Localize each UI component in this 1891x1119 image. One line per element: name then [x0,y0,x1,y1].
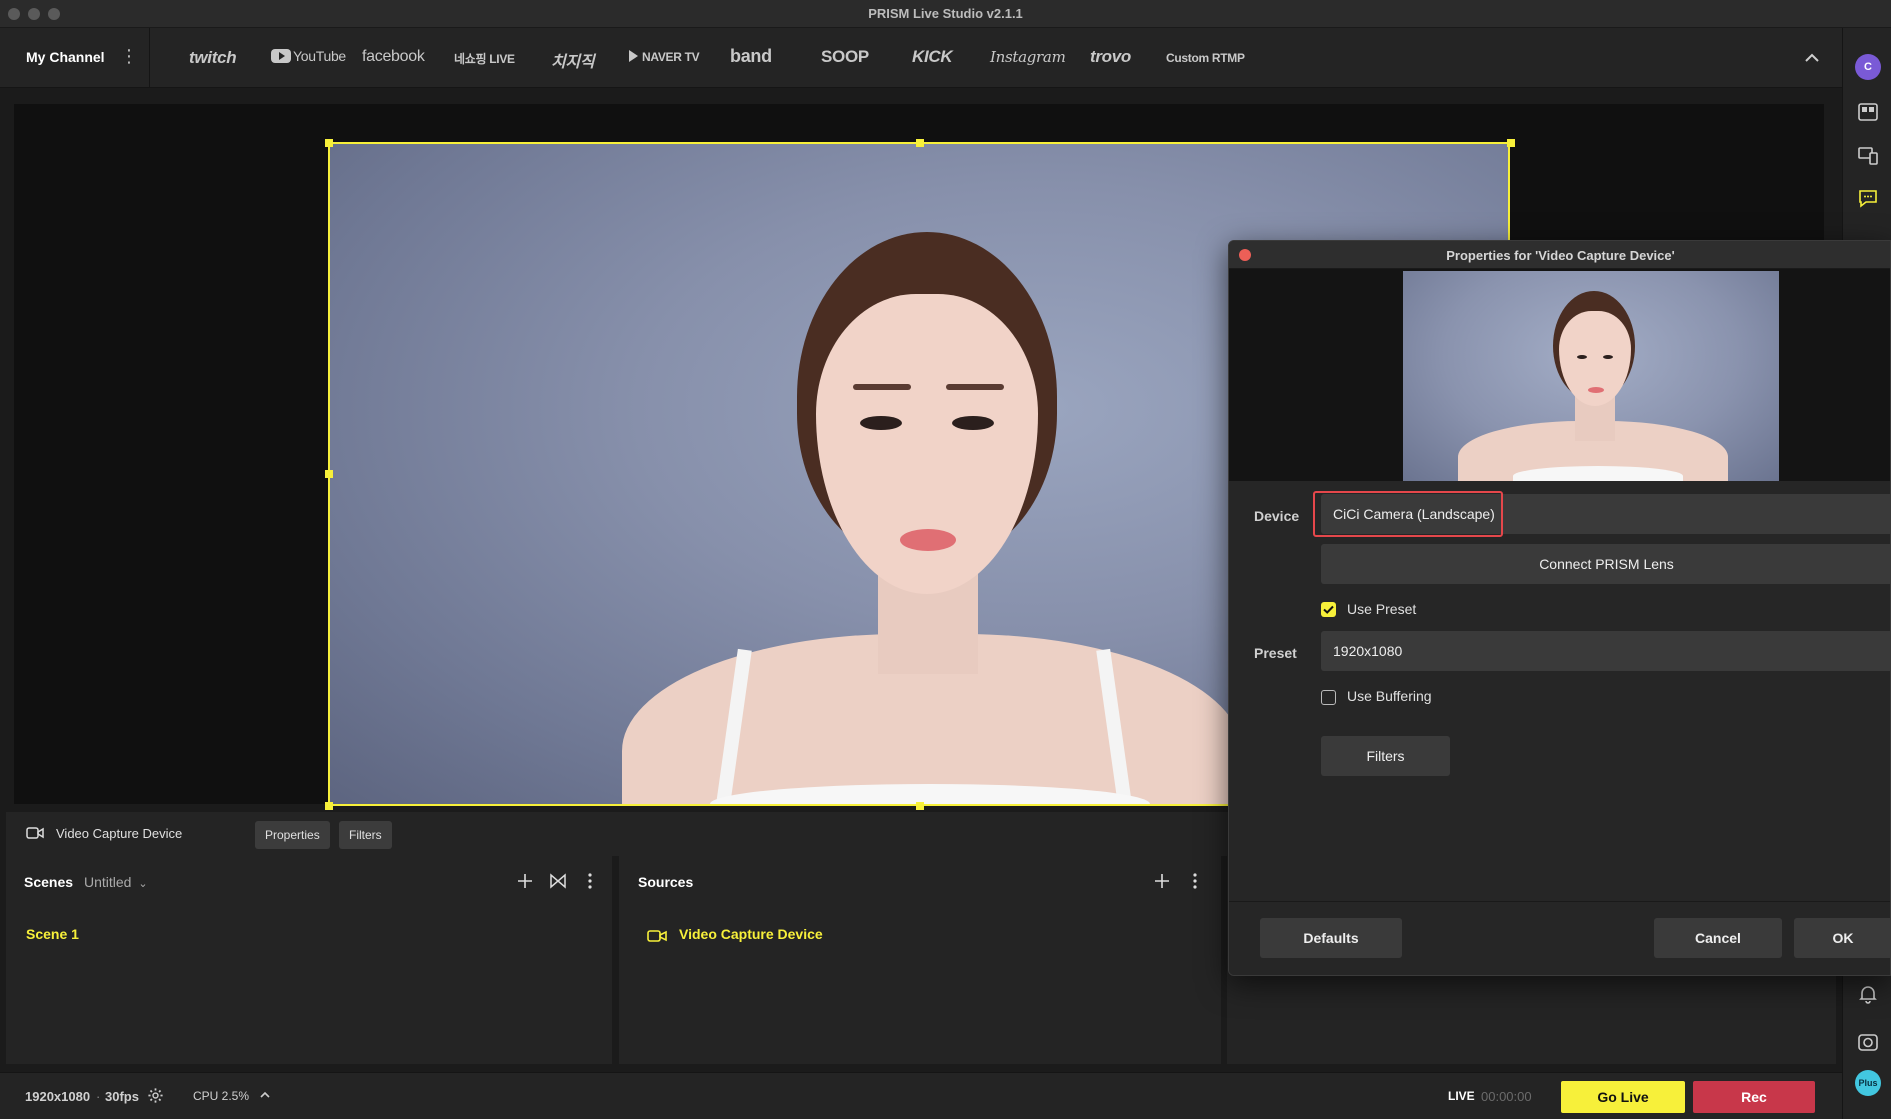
defaults-button[interactable]: Defaults [1260,918,1402,958]
my-channel-label[interactable]: My Channel [26,49,105,65]
bell-icon[interactable] [1856,982,1880,1006]
resize-handle-left[interactable] [325,470,333,478]
resolution-label: 1920x1080 [25,1089,91,1104]
dialog-preview-image [1403,271,1779,481]
checkmark-icon [1323,605,1334,614]
platform-naver-shopping[interactable]: 네쇼핑 LIVE [454,50,515,67]
preset-select[interactable]: 1920x1080 [1321,631,1890,671]
properties-dialog: Properties for 'Video Capture Device' De… [1228,240,1891,976]
preset-label: Preset [1254,645,1297,661]
more-vertical-icon[interactable] [579,870,601,892]
platform-instagram[interactable]: Instagram [990,48,1066,66]
connect-prism-lens-button[interactable]: Connect PRISM Lens [1321,544,1890,584]
resize-handle-bottom-left[interactable] [325,802,333,810]
status-bar: 1920x1080 · 30fps CPU 2.5% LIVE 00:00:00… [0,1072,1842,1119]
scene-collection-name: Untitled [84,874,132,890]
portrait-eye-right [952,416,994,430]
platform-soop[interactable]: SOOP [821,47,869,67]
resize-handle-top-left[interactable] [325,139,333,147]
portrait-lips [900,529,956,551]
platform-naver-tv[interactable]: NAVER TV [629,50,700,64]
portrait-brow-left [853,384,911,390]
thumb-lips [1588,387,1604,393]
separator-dot: · [96,1089,101,1104]
live-label: LIVE [1448,1089,1475,1103]
divider [149,28,150,88]
resize-handle-top[interactable] [916,139,924,147]
properties-button[interactable]: Properties [255,821,330,849]
layout-icon[interactable] [1856,100,1880,124]
fps-label: 30fps [105,1089,139,1104]
platform-trovo[interactable]: trovo [1090,47,1131,67]
device-highlight-box [1313,491,1503,537]
cpu-label: CPU 2.5% [193,1089,250,1103]
scene-collection-dropdown[interactable]: Untitled ⌄ [84,874,148,890]
use-preset-checkbox[interactable] [1321,602,1336,617]
sources-panel: Sources Video Capture Device [619,854,1221,1064]
platform-twitch[interactable]: twitch [189,48,237,68]
devices-icon[interactable] [1856,144,1880,168]
more-vertical-icon[interactable] [1184,870,1206,892]
use-preset-label: Use Preset [1347,601,1417,617]
camera-settings-icon[interactable] [1856,1030,1880,1054]
platform-kick[interactable]: KICK [912,47,953,67]
channel-bar: My Channel ⋮ twitch YouTube facebook 네쇼핑… [0,28,1842,88]
dialog-title: Properties for 'Video Capture Device' [1446,248,1675,263]
use-buffering-label: Use Buffering [1347,688,1432,704]
platform-youtube[interactable]: YouTube [271,48,346,64]
window-titlebar: PRISM Live Studio v2.1.1 [0,0,1891,28]
resize-handle-top-right[interactable] [1507,139,1515,147]
device-label: Device [1254,508,1300,524]
youtube-play-icon [271,49,291,63]
platform-chzzk[interactable]: 치지직 [551,48,595,72]
platform-custom-rtmp[interactable]: Custom RTMP [1166,51,1245,65]
platform-band[interactable]: band [730,46,772,67]
cancel-button[interactable]: Cancel [1654,918,1782,958]
rec-button[interactable]: Rec [1693,1081,1815,1113]
ok-button[interactable]: OK [1794,918,1890,958]
portrait-eye-left [860,416,902,430]
thumb-eye-left [1577,355,1587,359]
source-item[interactable]: Video Capture Device [679,926,823,942]
more-vertical-icon[interactable]: ⋮ [120,44,138,68]
chevron-up-icon[interactable] [258,1088,272,1102]
dialog-footer: Defaults Cancel OK [1229,901,1890,975]
scenes-panel: Scenes Untitled ⌄ Scene 1 [6,854,612,1064]
chevron-up-icon[interactable] [1800,46,1824,70]
platform-facebook[interactable]: facebook [362,48,425,66]
platform-naver-tv-label: NAVER TV [642,50,700,64]
chat-icon[interactable] [1856,186,1880,210]
sources-title: Sources [638,874,694,890]
use-buffering-checkbox[interactable] [1321,690,1336,705]
window-title: PRISM Live Studio v2.1.1 [868,6,1023,21]
add-scene-icon[interactable] [514,870,536,892]
dialog-preview [1229,269,1890,481]
gear-icon[interactable] [147,1087,164,1104]
scenes-title: Scenes [24,874,74,890]
live-timer: 00:00:00 [1481,1089,1532,1104]
selected-source-name: Video Capture Device [56,826,183,841]
plus-badge[interactable]: Plus [1855,1070,1881,1096]
thumb-eye-right [1603,355,1613,359]
chevron-down-icon: ⌄ [138,878,148,890]
add-source-icon[interactable] [1151,870,1173,892]
camera-icon [26,827,44,839]
camera-icon [647,930,667,942]
thumb-top [1513,466,1683,481]
go-live-button[interactable]: Go Live [1561,1081,1685,1113]
dialog-titlebar: Properties for 'Video Capture Device' [1229,241,1890,269]
resize-handle-bottom[interactable] [916,802,924,810]
platform-youtube-label: YouTube [293,48,346,64]
dialog-filters-button[interactable]: Filters [1321,736,1450,776]
filters-button[interactable]: Filters [339,821,392,849]
play-icon [629,50,638,62]
portrait-brow-right [946,384,1004,390]
transition-icon[interactable] [547,870,569,892]
scene-item[interactable]: Scene 1 [26,926,79,942]
avatar[interactable]: C [1855,54,1881,80]
